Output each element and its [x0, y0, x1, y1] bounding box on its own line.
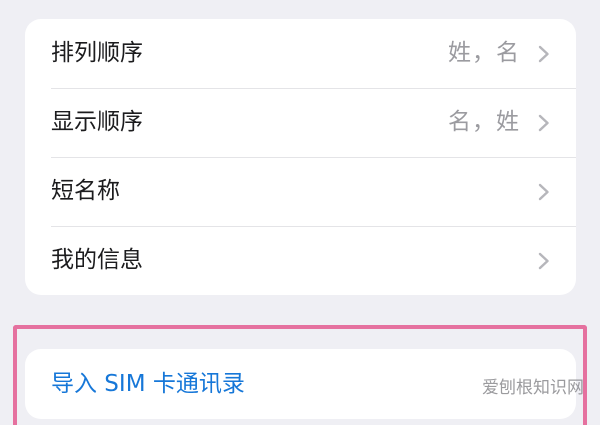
display-order-value: 名，姓	[448, 109, 520, 135]
chevron-right-icon	[538, 114, 550, 132]
import-sim-contacts-label: 导入 SIM 卡通讯录	[51, 371, 245, 397]
my-info-label: 我的信息	[51, 247, 143, 273]
display-order-label: 显示顺序	[51, 109, 143, 135]
display-order-row[interactable]: 显示顺序 名，姓	[25, 88, 576, 157]
short-name-label: 短名称	[51, 178, 120, 204]
short-name-row[interactable]: 短名称	[25, 157, 576, 226]
sort-order-row[interactable]: 排列顺序 姓，名	[25, 19, 576, 88]
chevron-right-icon	[538, 45, 550, 63]
chevron-right-icon	[538, 252, 550, 270]
watermark: 爱刨根知识网	[482, 378, 584, 398]
contacts-settings-group: 排列顺序 姓，名 显示顺序 名，姓 短名称 我的信息	[25, 19, 576, 295]
my-info-row[interactable]: 我的信息	[25, 226, 576, 295]
sort-order-label: 排列顺序	[51, 40, 143, 66]
chevron-right-icon	[538, 183, 550, 201]
sort-order-value: 姓，名	[448, 40, 520, 66]
